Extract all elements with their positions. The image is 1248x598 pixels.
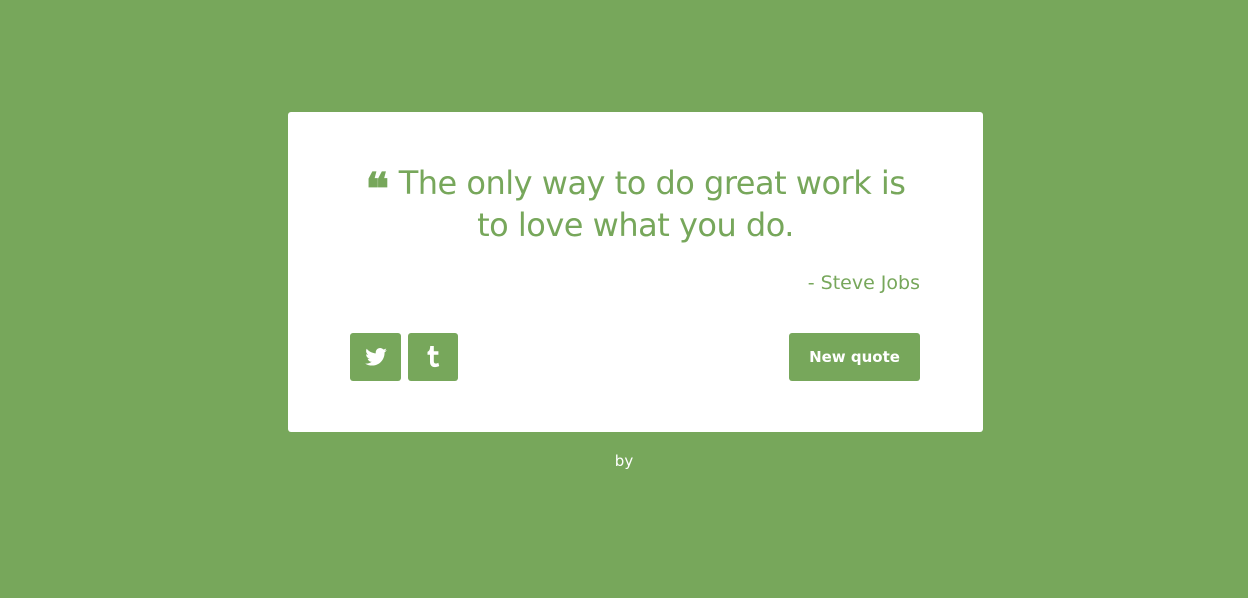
quote-card: ❝ The only way to do great work is to lov… [288, 112, 983, 432]
tumblr-post-button[interactable] [408, 333, 458, 381]
page: ❝ The only way to do great work is to lov… [0, 0, 1248, 598]
tumblr-icon [427, 346, 440, 368]
twitter-icon [364, 348, 387, 366]
footer-credit: by [614, 452, 634, 470]
quote-text-block: ❝ The only way to do great work is to lov… [350, 162, 921, 246]
new-quote-button[interactable]: New quote [789, 333, 920, 381]
quote-text: The only way to do great work is to love… [398, 164, 906, 244]
quote-author: - Steve Jobs [807, 272, 920, 294]
quote-left-icon: ❝ [365, 164, 390, 215]
tweet-button[interactable] [350, 333, 401, 381]
